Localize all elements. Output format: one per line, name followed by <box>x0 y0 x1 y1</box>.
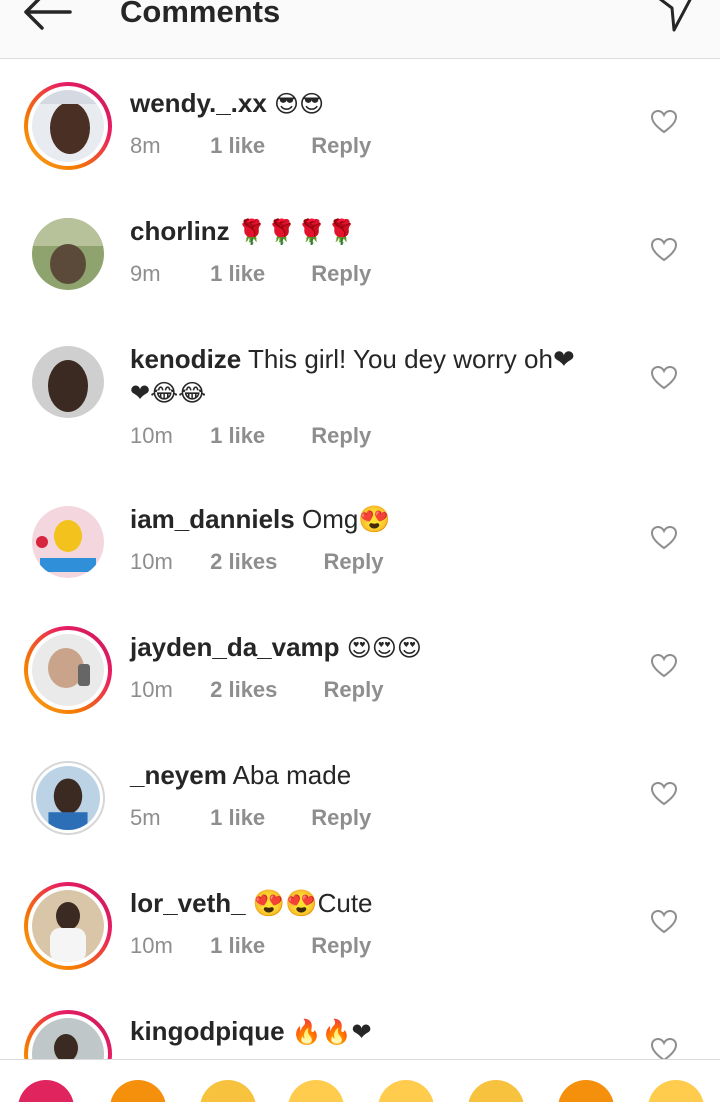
comment-item: kenodize This girl! You dey worry oh❤ ❤😂… <box>0 338 720 488</box>
comment-likes[interactable]: 2 likes <box>210 548 277 576</box>
avatar[interactable] <box>24 498 112 586</box>
comment-likes[interactable]: 1 like <box>210 132 265 160</box>
comment-username[interactable]: lor_veth_ <box>130 888 246 918</box>
comment-likes[interactable]: 2 likes <box>210 676 277 704</box>
comment-text: This girl! You dey worry oh❤ <box>248 344 575 374</box>
comment-time: 10m <box>130 933 173 958</box>
comment-time: 8m <box>130 133 161 158</box>
avatar[interactable] <box>24 626 112 714</box>
comments-header: Comments <box>0 0 720 59</box>
comment-time: 10m <box>130 677 173 702</box>
laughing-emoji-button[interactable] <box>648 1080 704 1102</box>
avatar[interactable] <box>24 754 112 842</box>
comment-username[interactable]: kingodpique <box>130 1016 285 1046</box>
comment-text-continued: ❤😂😂 <box>130 379 207 407</box>
comment-likes[interactable]: 1 like <box>210 422 265 450</box>
reply-button[interactable]: Reply <box>311 260 371 288</box>
comment-username[interactable]: chorlinz <box>130 216 230 246</box>
heart-icon[interactable] <box>650 908 678 936</box>
avatar[interactable] <box>24 1010 112 1059</box>
clap-emoji-button[interactable] <box>200 1080 256 1102</box>
comment-item: jayden_da_vamp 😍😍😍 10m 2 likes Reply <box>0 626 720 746</box>
heart-icon[interactable] <box>650 1036 678 1059</box>
avatar[interactable] <box>24 210 112 298</box>
avatar-photo <box>36 766 100 830</box>
heart-icon[interactable] <box>650 236 678 264</box>
heart-icon[interactable] <box>650 364 678 392</box>
comment-text: 😍😍Cute <box>252 888 373 918</box>
surprised-emoji-button[interactable] <box>288 1080 344 1102</box>
reply-button[interactable]: Reply <box>324 676 384 704</box>
clap-emoji-button-2[interactable] <box>468 1080 524 1102</box>
send-icon[interactable] <box>652 0 696 34</box>
crying-emoji-button[interactable] <box>558 1080 614 1102</box>
reply-button[interactable]: Reply <box>311 804 371 832</box>
comment-item: lor_veth_ 😍😍Cute 10m 1 like Reply <box>0 882 720 1002</box>
comment-text: Aba made <box>232 760 352 790</box>
comment-text: 🌹🌹🌹🌹 <box>236 218 357 246</box>
avatar-photo <box>32 1018 104 1059</box>
reply-button[interactable]: Reply <box>311 932 371 960</box>
comment-likes[interactable]: 1 like <box>210 932 265 960</box>
comment-username[interactable]: _neyem <box>130 760 227 790</box>
comment-text: 😎😎 <box>274 90 325 118</box>
avatar-photo <box>32 890 104 962</box>
heart-icon[interactable] <box>650 108 678 136</box>
heart-emoji-button[interactable] <box>18 1080 74 1102</box>
avatar-photo <box>32 90 104 162</box>
comment-likes[interactable]: 1 like <box>210 804 265 832</box>
comment-username[interactable]: jayden_da_vamp <box>130 632 340 662</box>
comment-item: kingodpique 🔥🔥❤ <box>0 1010 720 1059</box>
comment-username[interactable]: wendy._.xx <box>130 88 267 118</box>
comment-item: wendy._.xx 😎😎 8m 1 like Reply <box>0 82 720 202</box>
reply-button[interactable]: Reply <box>311 422 371 450</box>
heart-eyes-emoji-button[interactable] <box>378 1080 434 1102</box>
avatar-photo <box>32 634 104 706</box>
comment-time: 10m <box>130 423 173 448</box>
comment-time: 5m <box>130 805 161 830</box>
comment-username[interactable]: kenodize <box>130 344 241 374</box>
comment-text: 🔥🔥❤ <box>291 1018 372 1046</box>
avatar[interactable] <box>24 82 112 170</box>
avatar[interactable] <box>24 882 112 970</box>
comment-item: _neyem Aba made 5m 1 like Reply <box>0 754 720 874</box>
reply-button[interactable]: Reply <box>311 132 371 160</box>
comment-text: 😍😍😍 <box>346 634 422 662</box>
comment-username[interactable]: iam_danniels <box>130 504 295 534</box>
fire-emoji-button[interactable] <box>110 1080 166 1102</box>
avatar-photo <box>32 506 104 578</box>
page-title: Comments <box>120 0 281 29</box>
comment-text: Omg😍 <box>301 504 391 534</box>
comment-time: 10m <box>130 549 173 574</box>
comment-item: chorlinz 🌹🌹🌹🌹 9m 1 like Reply <box>0 210 720 330</box>
emoji-reaction-bar <box>0 1059 720 1102</box>
heart-icon[interactable] <box>650 780 678 808</box>
back-arrow-icon[interactable] <box>22 0 74 32</box>
comment-likes[interactable]: 1 like <box>210 260 265 288</box>
comment-time: 9m <box>130 261 161 286</box>
avatar-photo <box>32 218 104 290</box>
heart-icon[interactable] <box>650 524 678 552</box>
avatar[interactable] <box>24 338 112 426</box>
heart-icon[interactable] <box>650 652 678 680</box>
avatar-photo <box>32 346 104 418</box>
comment-item: iam_danniels Omg😍 10m 2 likes Reply <box>0 498 720 618</box>
reply-button[interactable]: Reply <box>324 548 384 576</box>
